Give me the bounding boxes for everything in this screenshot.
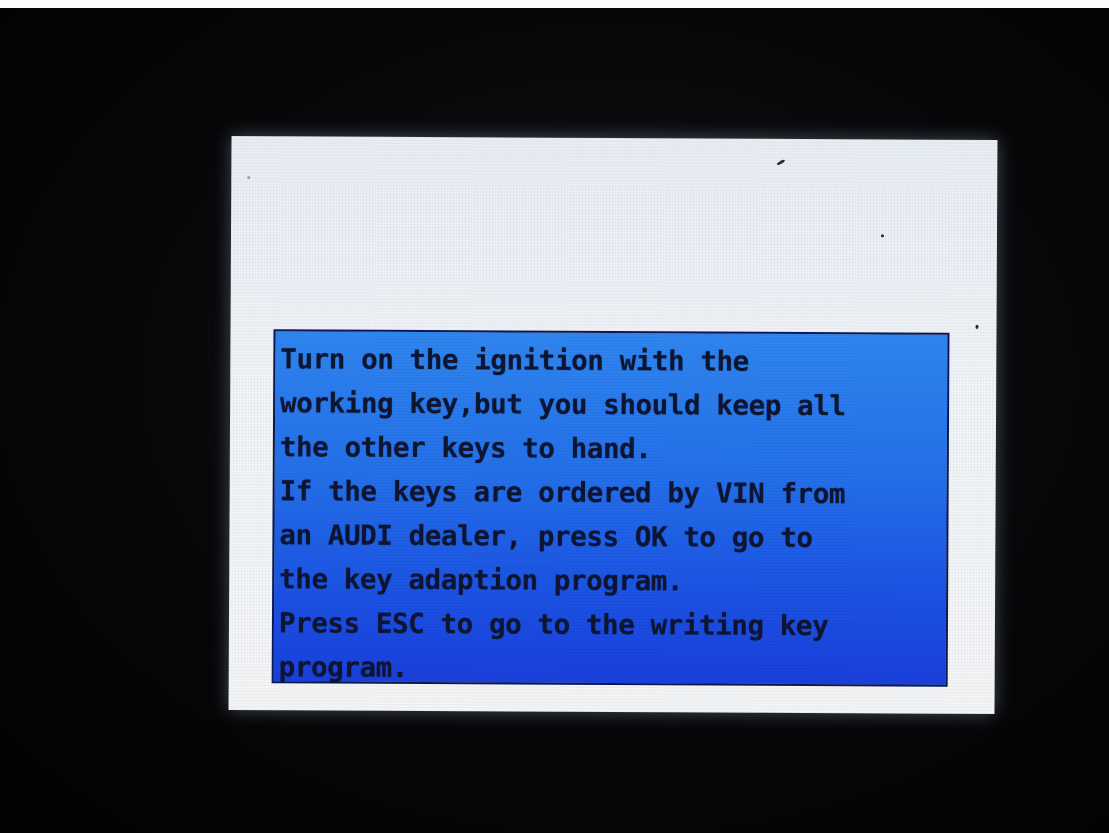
device-screen: Turn on the ignition with the working ke… bbox=[228, 135, 998, 715]
message-line-3: the other keys to hand. bbox=[279, 431, 652, 466]
message-line-8: program. bbox=[278, 651, 409, 684]
message-dialog: Turn on the ignition with the working ke… bbox=[271, 329, 950, 687]
dust-speck bbox=[975, 324, 979, 329]
message-line-5: an AUDI dealer, press OK to go to bbox=[279, 519, 813, 555]
message-line-1: Turn on the ignition with the bbox=[280, 343, 749, 378]
message-line-2: working key,but you should keep all bbox=[280, 387, 846, 423]
message-line-6: the key adaption program. bbox=[279, 563, 684, 598]
message-line-7: Press ESC to go to the writing key bbox=[278, 607, 829, 643]
dust-speck bbox=[880, 234, 885, 238]
dust-speck bbox=[247, 176, 251, 180]
message-line-4: If the keys are ordered by VIN from bbox=[279, 475, 846, 511]
dust-speck bbox=[776, 158, 786, 166]
photo-background: Turn on the ignition with the working ke… bbox=[0, 0, 1109, 833]
